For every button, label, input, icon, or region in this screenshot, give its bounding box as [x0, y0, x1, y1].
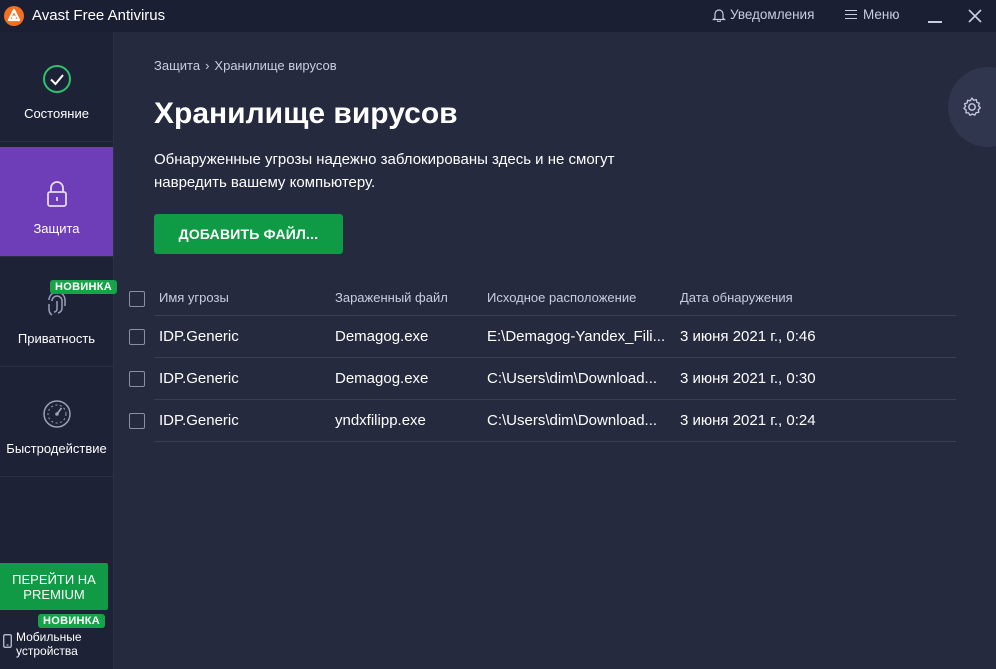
go-premium-button[interactable]: ПЕРЕЙТИ НА PREMIUM: [0, 563, 108, 610]
breadcrumb: Защита › Хранилище вирусов: [154, 58, 337, 73]
row-checkbox[interactable]: [129, 371, 145, 387]
original-location-cell: C:\Users\dim\Download...: [487, 412, 658, 429]
sidebar-item-label: Приватность: [17, 331, 96, 346]
breadcrumb-separator: ›: [205, 58, 210, 73]
row-checkbox[interactable]: [129, 329, 145, 345]
mobile-label-line2: устройства: [16, 644, 78, 658]
table-row[interactable]: IDP.Generic Demagog.exe C:\Users\dim\Dow…: [129, 358, 956, 400]
new-badge: НОВИНКА: [38, 614, 106, 628]
page-description: Обнаруженные угрозы надежно заблокирован…: [154, 148, 674, 194]
app-title: Avast Free Antivirus: [32, 7, 166, 24]
add-file-button[interactable]: ДОБАВИТЬ ФАЙЛ...: [154, 214, 343, 254]
table-header: Имя угрозы Зараженный файл Исходное расп…: [129, 280, 956, 316]
close-icon[interactable]: [966, 7, 984, 25]
sidebar-item-mobile-devices[interactable]: Мобильные устройства: [0, 627, 113, 667]
fingerprint-icon: [47, 291, 66, 316]
column-header[interactable]: Исходное расположение: [487, 290, 669, 305]
infected-file-cell: Demagog.exe: [335, 328, 429, 345]
detection-date-cell: 3 июня 2021 г., 0:46: [680, 328, 816, 345]
threat-name-cell: IDP.Generic: [159, 412, 239, 429]
speedometer-icon: [42, 400, 71, 428]
sidebar: Состояние Защита Приватность НОВИНКА Быс…: [0, 32, 118, 669]
avast-logo-icon: [4, 6, 24, 26]
mobile-label-line1: Мобильные: [16, 630, 82, 644]
bell-icon: [712, 9, 726, 22]
menu-button[interactable]: Меню: [845, 7, 900, 22]
infected-file-cell: Demagog.exe: [335, 370, 429, 387]
settings-button[interactable]: [948, 67, 996, 147]
original-location-cell: C:\Users\dim\Download...: [487, 370, 658, 387]
minimize-button[interactable]: [928, 21, 942, 23]
table-row[interactable]: IDP.Generic yndxfilipp.exe C:\Users\dim\…: [129, 400, 956, 442]
original-location-cell: E:\Demagog-Yandex_Fili...: [487, 328, 666, 345]
column-header[interactable]: Имя угрозы: [159, 290, 329, 305]
sidebar-item-privacy[interactable]: Приватность: [0, 257, 113, 367]
sidebar-item-protection[interactable]: Защита: [0, 147, 113, 257]
menu-label: Меню: [863, 7, 900, 22]
description-line: навредить вашему компьютеру.: [154, 174, 376, 191]
breadcrumb-parent[interactable]: Защита: [154, 58, 200, 73]
sidebar-item-performance[interactable]: Быстродействие: [0, 367, 113, 477]
sidebar-item-label: Состояние: [24, 106, 89, 121]
table-row[interactable]: IDP.Generic Demagog.exe E:\Demagog-Yande…: [129, 316, 956, 358]
page-title: Хранилище вирусов: [154, 97, 458, 130]
lock-icon: [46, 181, 67, 207]
detection-date-cell: 3 июня 2021 г., 0:24: [680, 412, 816, 429]
title-bar: Avast Free Antivirus Уведомления Меню: [0, 0, 996, 32]
sidebar-item-label: Защита: [33, 221, 80, 236]
select-all-checkbox[interactable]: [129, 291, 145, 307]
phone-icon: [3, 634, 12, 648]
check-circle-icon: [42, 65, 71, 93]
row-checkbox[interactable]: [129, 413, 145, 429]
threat-name-cell: IDP.Generic: [159, 370, 239, 387]
sidebar-item-status[interactable]: Состояние: [0, 32, 113, 142]
infected-file-cell: yndxfilipp.exe: [335, 412, 426, 429]
new-badge: НОВИНКА: [50, 280, 118, 294]
threat-name-cell: IDP.Generic: [159, 328, 239, 345]
hamburger-icon: [845, 9, 857, 20]
detection-date-cell: 3 июня 2021 г., 0:30: [680, 370, 816, 387]
description-line: Обнаруженные угрозы надежно заблокирован…: [154, 151, 615, 168]
gear-icon: [963, 97, 982, 116]
column-header[interactable]: Дата обнаружения: [680, 290, 880, 305]
sidebar-item-label: Быстродействие: [6, 441, 107, 456]
notifications-label: Уведомления: [730, 7, 815, 22]
notifications-button[interactable]: Уведомления: [712, 7, 814, 22]
virus-chest-table: Имя угрозы Зараженный файл Исходное расп…: [126, 280, 956, 442]
breadcrumb-current: Хранилище вирусов: [214, 58, 337, 73]
column-header[interactable]: Зараженный файл: [335, 290, 480, 305]
